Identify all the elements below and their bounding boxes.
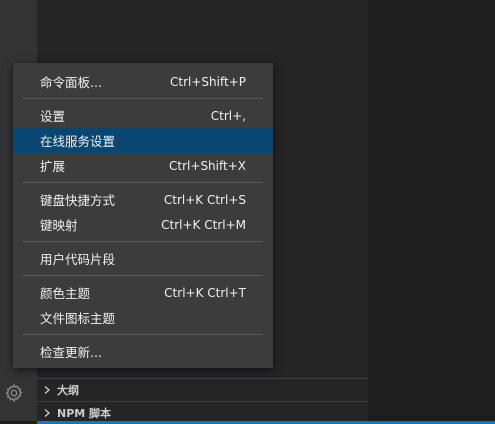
menu-item-check-for-updates[interactable]: 检查更新... xyxy=(13,339,273,364)
menu-item-keybinding: Ctrl+Shift+X xyxy=(169,158,246,173)
menu-item-settings[interactable]: 设置 Ctrl+, xyxy=(13,103,273,128)
chevron-right-icon xyxy=(37,385,57,395)
menu-item-file-icon-theme[interactable]: 文件图标主题 xyxy=(13,305,273,330)
menu-item-keybinding: Ctrl+K Ctrl+T xyxy=(164,285,246,300)
menu-item-keybinding: Ctrl+Shift+P xyxy=(170,74,246,89)
menu-item-label: 键盘快捷方式 xyxy=(40,193,116,208)
menu-separator xyxy=(23,275,263,276)
menu-item-keybinding: Ctrl+K Ctrl+M xyxy=(161,217,246,232)
menu-item-extensions[interactable]: 扩展 Ctrl+Shift+X xyxy=(13,153,273,178)
menu-item-keymaps[interactable]: 键映射 Ctrl+K Ctrl+M xyxy=(13,212,273,237)
menu-item-color-theme[interactable]: 颜色主题 Ctrl+K Ctrl+T xyxy=(13,280,273,305)
editor-area xyxy=(368,0,495,424)
menu-separator xyxy=(23,334,263,335)
section-label: 大纲 xyxy=(57,384,79,397)
menu-item-online-services-settings[interactable]: 在线服务设置 xyxy=(13,128,273,153)
section-npm-scripts[interactable]: NPM 脚本 xyxy=(37,401,368,424)
menu-item-label: 设置 xyxy=(40,109,66,124)
manage-context-menu: 命令面板... Ctrl+Shift+P 设置 Ctrl+, 在线服务设置 扩展… xyxy=(13,63,273,368)
menu-item-label: 在线服务设置 xyxy=(40,134,116,149)
menu-item-label: 用户代码片段 xyxy=(40,252,116,267)
menu-item-keybinding: Ctrl+K Ctrl+S xyxy=(163,192,246,207)
menu-item-label: 检查更新... xyxy=(40,345,102,360)
menu-separator xyxy=(23,98,263,99)
gear-icon xyxy=(4,383,24,407)
chevron-right-icon xyxy=(37,408,57,418)
menu-item-label: 颜色主题 xyxy=(40,286,91,301)
menu-item-user-snippets[interactable]: 用户代码片段 xyxy=(13,246,273,271)
menu-item-keyboard-shortcuts[interactable]: 键盘快捷方式 Ctrl+K Ctrl+S xyxy=(13,187,273,212)
menu-item-label: 命令面板... xyxy=(40,75,102,90)
manage-button[interactable] xyxy=(0,380,27,410)
section-label: NPM 脚本 xyxy=(57,407,112,420)
menu-item-keybinding: Ctrl+, xyxy=(210,108,246,123)
menu-item-label: 文件图标主题 xyxy=(40,311,116,326)
section-outline[interactable]: 大纲 xyxy=(37,378,368,401)
menu-item-command-palette[interactable]: 命令面板... Ctrl+Shift+P xyxy=(13,69,273,94)
menu-separator xyxy=(23,241,263,242)
menu-separator xyxy=(23,182,263,183)
menu-item-label: 扩展 xyxy=(40,159,66,174)
menu-item-label: 键映射 xyxy=(40,218,78,233)
